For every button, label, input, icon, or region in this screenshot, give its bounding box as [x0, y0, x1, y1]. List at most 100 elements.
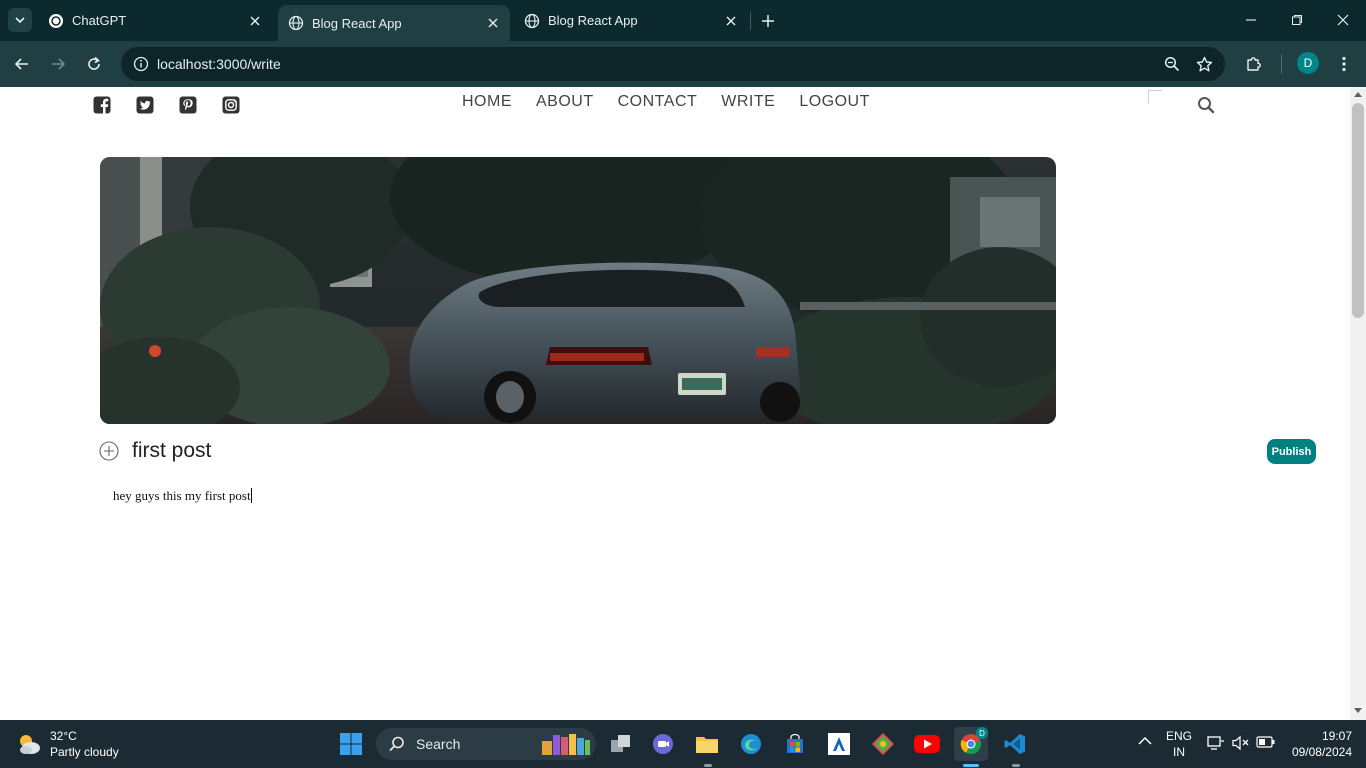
tab-chatgpt[interactable]: ChatGPT: [40, 6, 270, 35]
globe-icon: [524, 13, 540, 29]
clock-date: 09/08/2024: [1291, 745, 1352, 759]
arrow-right-icon: [52, 58, 66, 70]
search-icon: [389, 736, 404, 752]
scrollbar-thumb[interactable]: [1352, 103, 1364, 318]
profile-avatar[interactable]: D: [1297, 52, 1319, 74]
youtube-icon: [914, 735, 940, 753]
input-language[interactable]: ENG IN: [1166, 728, 1192, 760]
tab-title: Blog React App: [548, 13, 638, 28]
reload-icon: [88, 56, 100, 70]
microsoft-store-button[interactable]: [778, 727, 812, 761]
show-hidden-icons-button[interactable]: [1138, 735, 1152, 749]
git-diamond-icon: [872, 733, 894, 755]
clock-time: 19:07: [1321, 729, 1352, 743]
network-icon[interactable]: [1207, 735, 1225, 754]
new-tab-button[interactable]: [756, 9, 780, 33]
extensions-button[interactable]: [1240, 50, 1268, 78]
scroll-down-arrow-icon[interactable]: [1354, 708, 1362, 713]
folder-icon: [696, 737, 718, 753]
page-viewport: HOME ABOUT CONTACT WRITE LOGOUT first po…: [0, 87, 1350, 720]
toolbar-divider: [1281, 54, 1282, 74]
chevron-up-icon: [1138, 736, 1152, 745]
add-image-icon[interactable]: [99, 441, 119, 461]
close-icon[interactable]: [722, 12, 740, 30]
start-button[interactable]: [334, 727, 368, 761]
page-scrollbar[interactable]: [1350, 87, 1366, 720]
address-bar[interactable]: localhost:3000/write: [121, 47, 1225, 81]
tab-title: Blog React App: [312, 15, 402, 31]
teams-chat-button[interactable]: [646, 727, 680, 761]
url-text[interactable]: localhost:3000/write: [157, 56, 281, 72]
chevron-down-icon: [15, 17, 25, 24]
chrome-profile-badge: D: [976, 727, 988, 739]
restore-button[interactable]: [1274, 0, 1320, 40]
partly-cloudy-icon: [20, 735, 40, 754]
weather-desc: Partly cloudy: [50, 745, 119, 759]
task-view-button[interactable]: [604, 727, 638, 761]
youtube-button[interactable]: [910, 727, 944, 761]
back-button[interactable]: [8, 50, 36, 78]
bookmark-button[interactable]: [1190, 50, 1218, 78]
text-caret: [250, 488, 252, 503]
battery-icon[interactable]: [1256, 736, 1276, 751]
language-code: ENG: [1166, 729, 1193, 743]
twitter-icon[interactable]: [135, 95, 155, 115]
chatgpt-favicon-icon: [48, 13, 64, 29]
arrow-left-icon: [14, 58, 28, 70]
tab-blog-react-app-active[interactable]: Blog React App: [278, 5, 510, 41]
pinterest-icon[interactable]: [178, 95, 198, 115]
close-icon[interactable]: [246, 12, 264, 30]
star-icon: [1196, 56, 1212, 71]
taskbar-search[interactable]: Search: [376, 728, 596, 760]
post-body-textarea[interactable]: hey guys this my first post: [113, 488, 252, 504]
file-explorer-button[interactable]: [690, 727, 724, 761]
running-indicator: [1012, 764, 1020, 767]
nav-write[interactable]: WRITE: [721, 93, 775, 111]
tab-search-button[interactable]: [8, 8, 32, 32]
books-icon: [542, 734, 590, 755]
browser-toolbar: localhost:3000/write D: [0, 41, 1366, 87]
nav-home[interactable]: HOME: [462, 93, 512, 111]
volume-muted-icon[interactable]: [1232, 735, 1250, 754]
minimize-icon: [1246, 19, 1256, 21]
weather-widget[interactable]: 32°C Partly cloudy: [16, 728, 119, 760]
restore-icon: [1292, 15, 1302, 25]
minimize-button[interactable]: [1228, 0, 1274, 40]
windows-taskbar: 32°C Partly cloudy Search D ENG IN 19:07…: [0, 720, 1366, 768]
region-code: IN: [1173, 745, 1185, 759]
forward-button[interactable]: [44, 50, 72, 78]
task-view-icon: [611, 735, 630, 752]
publish-button[interactable]: Publish: [1267, 439, 1316, 464]
reload-button[interactable]: [80, 50, 108, 78]
facebook-icon[interactable]: [92, 95, 112, 115]
zoom-button[interactable]: [1158, 50, 1186, 78]
store-icon: [787, 733, 803, 753]
puzzle-icon: [1247, 57, 1261, 71]
git-app-button[interactable]: [866, 727, 900, 761]
zoom-out-icon: [1164, 56, 1180, 72]
post-title-input[interactable]: [132, 437, 832, 465]
scroll-up-arrow-icon[interactable]: [1354, 92, 1362, 97]
vscode-icon: [1004, 734, 1025, 754]
chrome-menu-button[interactable]: [1330, 50, 1358, 78]
plus-icon: [762, 15, 774, 27]
azure-app-button[interactable]: [822, 727, 856, 761]
windows-logo-icon: [340, 733, 362, 755]
active-indicator: [963, 764, 979, 767]
close-window-button[interactable]: [1320, 0, 1366, 40]
weather-temp: 32°C: [50, 729, 77, 743]
nav-about[interactable]: ABOUT: [536, 93, 594, 111]
instagram-icon[interactable]: [221, 95, 241, 115]
system-clock[interactable]: 19:07 09/08/2024: [1286, 728, 1352, 760]
edge-button[interactable]: [734, 727, 768, 761]
kebab-menu-icon: [1342, 56, 1346, 72]
vscode-button[interactable]: [998, 727, 1032, 761]
nav-contact[interactable]: CONTACT: [618, 93, 698, 111]
chrome-button[interactable]: D: [954, 727, 988, 761]
search-icon[interactable]: [1197, 96, 1215, 114]
profile-image-broken[interactable]: [1148, 90, 1162, 104]
tab-blog-react-app[interactable]: Blog React App: [516, 6, 746, 35]
close-icon[interactable]: [484, 14, 502, 32]
site-info-icon[interactable]: [131, 54, 151, 74]
nav-logout[interactable]: LOGOUT: [799, 93, 870, 111]
